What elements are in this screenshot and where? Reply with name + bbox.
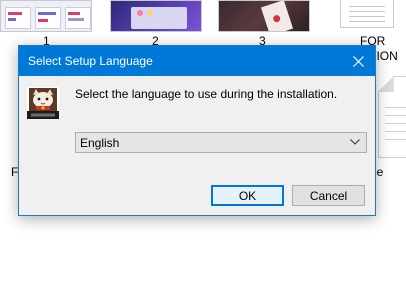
language-selected-value: English (80, 136, 120, 150)
thumbnail-page-icon (65, 7, 91, 29)
file-thumbnail-2[interactable] (110, 0, 202, 32)
thumbnail-dot-icon (137, 10, 143, 16)
file-thumbnail-3[interactable] (218, 0, 310, 32)
ok-button[interactable]: OK (211, 185, 284, 206)
close-button[interactable] (341, 46, 375, 76)
document-file-icon[interactable] (378, 76, 406, 158)
close-icon (352, 55, 364, 67)
cat-logo-icon (27, 87, 59, 119)
setup-language-dialog: Select Setup Language Select the languag… (18, 45, 376, 216)
file-thumbnail-1[interactable] (0, 0, 92, 32)
cancel-button[interactable]: Cancel (292, 185, 365, 206)
dialog-titlebar[interactable]: Select Setup Language (19, 46, 375, 76)
instruction-text: Select the language to use during the in… (75, 87, 338, 101)
thumbnail-dot-icon (147, 10, 153, 16)
language-select[interactable]: English (75, 132, 367, 153)
thumbnail-page-icon (5, 7, 31, 29)
thumbnail-card-icon (260, 1, 294, 31)
chevron-down-icon (350, 139, 360, 145)
thumbnail-page-icon (35, 7, 61, 29)
document-file-icon[interactable] (340, 0, 394, 28)
dialog-title: Select Setup Language (28, 54, 153, 68)
